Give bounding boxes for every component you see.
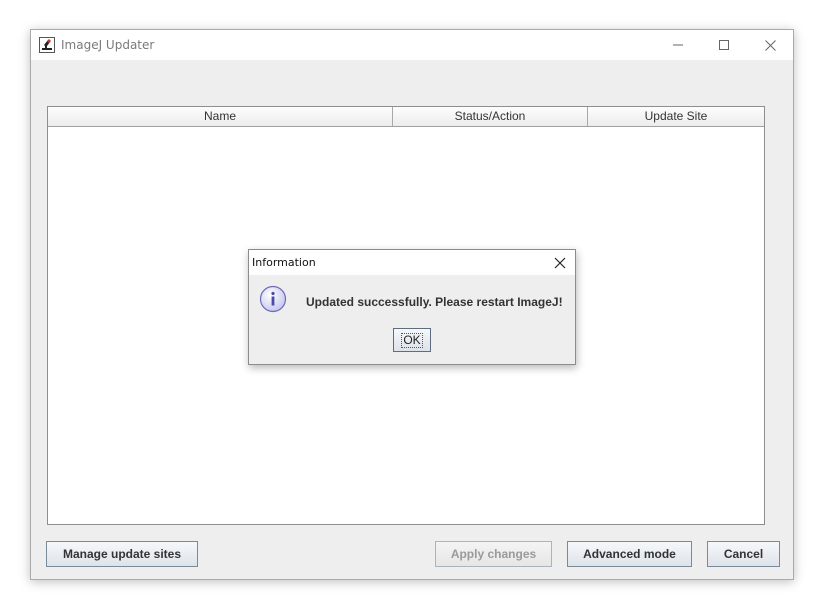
advanced-mode-button[interactable]: Advanced mode: [567, 541, 692, 567]
close-icon: [764, 39, 776, 51]
imagej-microscope-icon: [39, 37, 55, 53]
apply-changes-button[interactable]: Apply changes: [435, 541, 552, 567]
manage-update-sites-button[interactable]: Manage update sites: [46, 541, 198, 567]
column-header-status[interactable]: Status/Action: [393, 107, 588, 126]
dialog-message: Updated successfully. Please restart Ima…: [306, 295, 563, 309]
maximize-icon: [719, 40, 729, 50]
table-header: Name Status/Action Update Site: [48, 107, 764, 127]
info-icon: [259, 285, 287, 313]
column-header-name[interactable]: Name: [48, 107, 393, 126]
minimize-icon: [673, 44, 683, 46]
maximize-button[interactable]: [701, 30, 747, 60]
ok-button[interactable]: OK: [393, 328, 431, 352]
dialog-titlebar[interactable]: Information: [249, 250, 575, 275]
close-icon: [554, 257, 566, 268]
dialog-close-button[interactable]: [545, 250, 575, 275]
information-dialog: Information Updated successfully. Please…: [248, 249, 576, 365]
minimize-button[interactable]: [655, 30, 701, 60]
dialog-title: Information: [252, 256, 316, 269]
window-title: ImageJ Updater: [61, 38, 155, 52]
column-header-update-site[interactable]: Update Site: [588, 107, 764, 126]
cancel-button[interactable]: Cancel: [707, 541, 780, 567]
ok-button-label: OK: [401, 332, 423, 348]
window-close-button[interactable]: [747, 30, 793, 60]
window-titlebar[interactable]: ImageJ Updater: [31, 30, 793, 60]
